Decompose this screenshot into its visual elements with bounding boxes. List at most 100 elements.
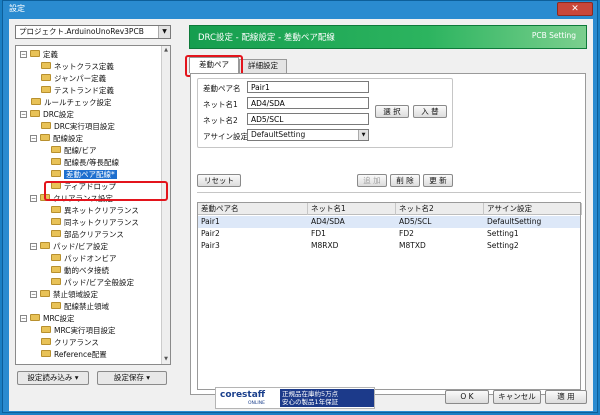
folder-icon	[51, 170, 61, 177]
add-button[interactable]: 追 加	[357, 174, 387, 187]
settings-tree[interactable]: ▲ ▼ − 定義 ネットクラス定義 ジャンパー定義 テストランド定義 ルールチェック設定 −…	[15, 45, 171, 365]
tree-item[interactable]: − 定義	[20, 49, 58, 61]
collapse-icon[interactable]: −	[30, 291, 37, 298]
chevron-down-icon[interactable]: ▼	[158, 26, 170, 38]
client-area: プロジェクト.ArduinoUnoRev3PCB ▼ ▲ ▼ − 定義ネットクラス…	[9, 19, 593, 411]
folder-icon	[40, 290, 50, 297]
tree-item[interactable]: 動的ベタ接続	[51, 265, 109, 277]
folder-icon	[51, 146, 61, 153]
tree-item-label: テストランド定義	[54, 86, 114, 95]
corestaff-logo: corestaff	[220, 390, 266, 400]
folder-icon	[41, 326, 51, 333]
folder-icon	[51, 206, 61, 213]
tree-item-label: Reference配置	[54, 350, 107, 359]
tree-item[interactable]: MRC実行項目設定	[41, 325, 116, 337]
tree-item[interactable]: DRC実行項目設定	[41, 121, 115, 133]
table-header: 差動ペア名 ネット名1 ネット名2 アサイン設定	[198, 203, 582, 215]
tree-item-label: パッドオンビア	[64, 254, 117, 263]
tree-item-label: MRC実行項目設定	[54, 326, 116, 335]
net2-input[interactable]	[247, 113, 369, 125]
tree-item[interactable]: 同ネットクリアランス	[51, 217, 139, 229]
tree-item[interactable]: 差動ペア配線*	[51, 169, 117, 181]
tree-item[interactable]: − MRC設定	[20, 313, 75, 325]
corestaff-banner[interactable]: corestaff ONLINE 正規品在庫約5万点 安心の製品1年保証	[215, 387, 375, 409]
collapse-icon[interactable]: −	[20, 51, 27, 58]
net1-label: ネット名1	[203, 100, 238, 109]
close-button[interactable]: ✕	[557, 2, 593, 16]
tree-item-label: 定義	[43, 50, 58, 59]
tree-item[interactable]: テストランド定義	[41, 85, 114, 97]
tree-item[interactable]: ルールチェック設定	[31, 97, 112, 109]
tree-item-label: 異ネットクリアランス	[64, 206, 139, 215]
load-settings-button[interactable]: 設定読み込み ▾	[17, 371, 89, 385]
collapse-icon[interactable]: −	[20, 111, 27, 118]
collapse-icon[interactable]: −	[30, 135, 37, 142]
collapse-icon[interactable]: −	[30, 243, 37, 250]
tree-scrollbar[interactable]: ▲ ▼	[161, 46, 170, 364]
table-cell: AD5/SCL	[399, 217, 432, 226]
tree-item[interactable]: ネットクラス定義	[41, 61, 114, 73]
tree-item[interactable]: 配線長/等長配線	[51, 157, 119, 169]
tree-item[interactable]: 部品クリアランス	[51, 229, 124, 241]
column-header[interactable]: ネット名1	[308, 203, 396, 215]
settings-window: 設定 ✕ プロジェクト.ArduinoUnoRev3PCB ▼ ▲ ▼ − 定義ネ…	[2, 0, 598, 413]
table-cell: AD4/SDA	[311, 217, 345, 226]
page-header: DRC設定 - 配線設定 - 差動ペア配線 PCB Setting	[189, 25, 587, 49]
tree-item-label: 禁止領域設定	[53, 290, 98, 299]
tree-item[interactable]: − 禁止領域設定	[30, 289, 98, 301]
table-cell: M8RXD	[311, 241, 339, 250]
delete-button[interactable]: 削 除	[390, 174, 420, 187]
select-button[interactable]: 選 択	[375, 105, 409, 118]
divider	[197, 192, 581, 193]
column-header[interactable]: 差動ペア名	[198, 203, 308, 215]
tree-item-label: 配線設定	[53, 134, 83, 143]
collapse-icon[interactable]: −	[20, 315, 27, 322]
apply-button[interactable]: 適 用	[545, 390, 587, 404]
tree-item-label: 部品クリアランス	[64, 230, 124, 239]
update-button[interactable]: 更 新	[423, 174, 453, 187]
brand-label: PCB Setting	[531, 31, 576, 40]
tree-item[interactable]: パッド/ビア全般設定	[51, 277, 134, 289]
ok-button[interactable]: O K	[445, 390, 489, 404]
pair-name-label: 差動ペア名	[203, 84, 241, 93]
tree-item[interactable]: − 配線設定	[30, 133, 83, 145]
column-header[interactable]: ネット名2	[396, 203, 484, 215]
table-cell: Pair1	[201, 217, 220, 226]
tree-item[interactable]: − パッド/ビア設定	[30, 241, 108, 253]
table-cell: Pair3	[201, 241, 220, 250]
tree-selection-highlight	[44, 181, 168, 201]
tree-item[interactable]: 異ネットクリアランス	[51, 205, 139, 217]
table-cell: Pair2	[201, 229, 220, 238]
cancel-button[interactable]: キャンセル	[493, 390, 541, 404]
folder-icon	[51, 158, 61, 165]
diff-pair-table[interactable]: 差動ペア名 ネット名1 ネット名2 アサイン設定 Pair1 AD4/SDA A…	[197, 202, 582, 390]
tree-item-label: 差動ペア配線*	[64, 170, 117, 179]
tab-detail-settings[interactable]: 詳細設定	[239, 59, 287, 73]
tree-item[interactable]: パッドオンビア	[51, 253, 117, 265]
collapse-icon[interactable]: −	[30, 195, 37, 202]
chevron-down-icon[interactable]: ▼	[358, 130, 368, 140]
net1-input[interactable]	[247, 97, 369, 109]
tree-item[interactable]: Reference配置	[41, 349, 107, 361]
project-select[interactable]: プロジェクト.ArduinoUnoRev3PCB ▼	[15, 25, 171, 39]
assign-select[interactable]: DefaultSetting ▼	[247, 129, 369, 141]
tree-item[interactable]: ジャンパー定義	[41, 73, 106, 85]
table-row[interactable]: Pair2 FD1 FD2 Setting1	[198, 228, 580, 240]
swap-button[interactable]: 入 替	[413, 105, 447, 118]
tree-item[interactable]: − DRC設定	[20, 109, 74, 121]
folder-icon	[30, 50, 40, 57]
scroll-up-icon[interactable]: ▲	[162, 46, 170, 55]
reset-button[interactable]: リセット	[197, 174, 241, 187]
table-row[interactable]: Pair3 M8RXD M8TXD Setting2	[198, 240, 580, 252]
save-settings-button[interactable]: 設定保存 ▾	[97, 371, 167, 385]
tree-item[interactable]: 配線/ビア	[51, 145, 97, 157]
tree-item[interactable]: 配線禁止領域	[51, 301, 109, 313]
table-row[interactable]: Pair1 AD4/SDA AD5/SCL DefaultSetting	[198, 216, 580, 228]
promo-text: 正規品在庫約5万点 安心の製品1年保証	[280, 389, 374, 407]
scroll-down-icon[interactable]: ▼	[162, 355, 170, 364]
folder-icon	[40, 134, 50, 141]
column-header[interactable]: アサイン設定	[484, 203, 582, 215]
tree-item-label: 動的ベタ接続	[64, 266, 109, 275]
tree-item[interactable]: クリアランス	[41, 337, 99, 349]
pair-name-input[interactable]	[247, 81, 369, 93]
